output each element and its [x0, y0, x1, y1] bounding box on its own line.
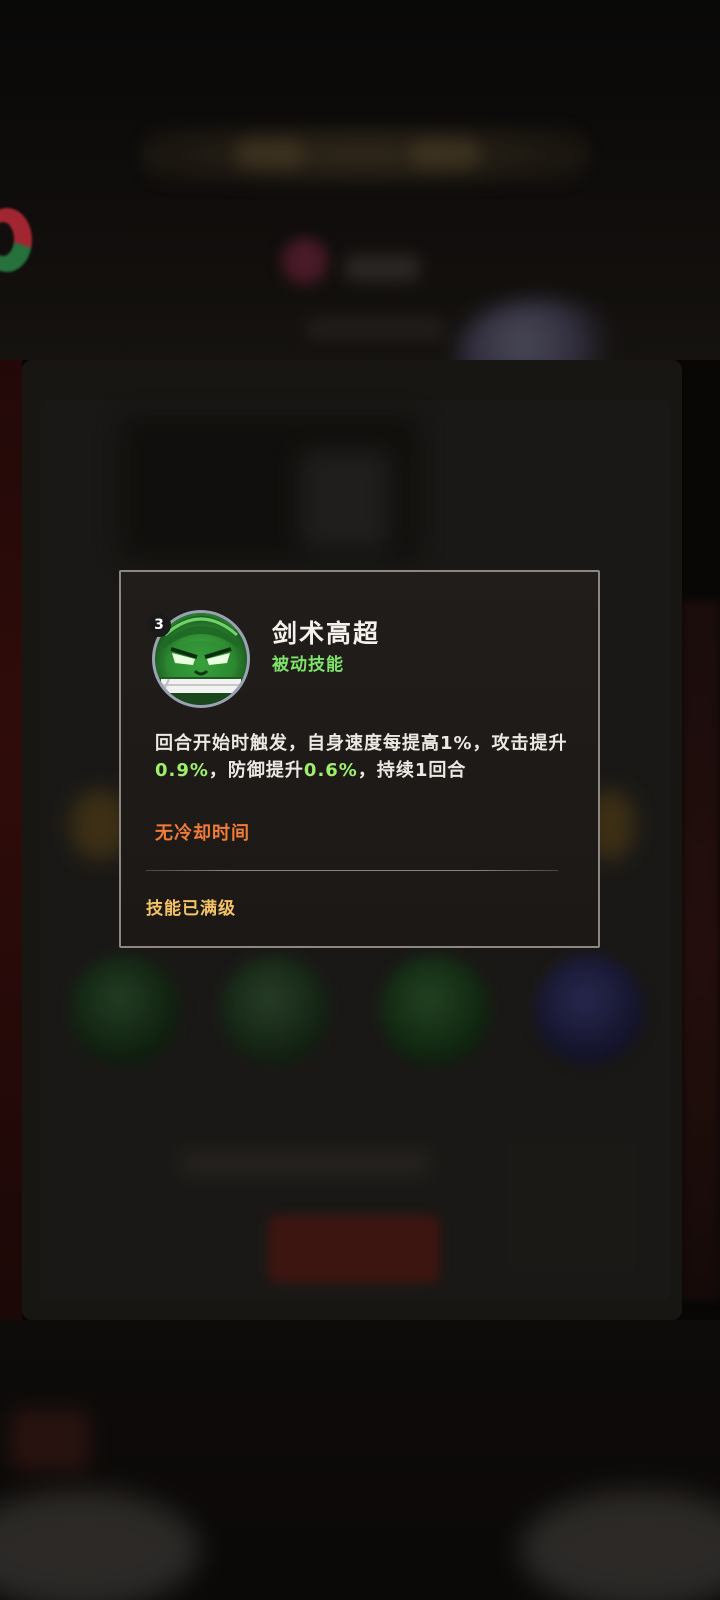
skill-description-text: ，防御提升 [208, 760, 304, 781]
skill-description: 回合开始时触发，自身速度每提高1%，攻击提升 0.9%，防御提升0.6%，持续1回… [155, 730, 575, 784]
game-screen: 3 剑术高超 被动技能 回合开始时触发，自身速度每提高1%，攻击提升 0.9%，防… [0, 0, 720, 1600]
defense-bonus-value: 0.6% [303, 760, 358, 781]
skill-type-label: 被动技能 [272, 655, 344, 675]
skill-level-badge: 3 [147, 613, 171, 637]
cooldown-label: 无冷却时间 [155, 823, 250, 844]
skill-tooltip: 3 剑术高超 被动技能 回合开始时触发，自身速度每提高1%，攻击提升 0.9%，防… [119, 570, 600, 948]
skill-name: 剑术高超 [272, 619, 381, 648]
skill-description-text: ，持续1回合 [357, 760, 467, 781]
divider [146, 870, 558, 871]
attack-bonus-value: 0.9% [155, 760, 209, 781]
skill-description-text: 回合开始时触发，自身速度每提高1%，攻击提升 [155, 733, 568, 754]
max-level-status: 技能已满级 [146, 899, 236, 919]
